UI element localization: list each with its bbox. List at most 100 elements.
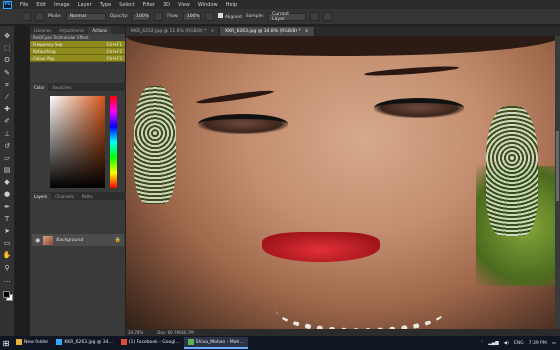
crop-tool-icon[interactable]: ⌗ [3, 81, 12, 89]
color-field[interactable] [50, 96, 105, 188]
mode-select[interactable]: Normal [65, 12, 106, 21]
browser-icon [120, 339, 127, 345]
close-icon[interactable]: × [305, 29, 309, 34]
menu-bar: Ps File Edit Image Layer Type Select Fil… [0, 0, 560, 9]
action-set-row[interactable]: Red/Cyan Technicolor Effect [30, 34, 125, 41]
doc-size: Doc: 60.7M/60.7M [157, 330, 194, 335]
marquee-tool-icon[interactable]: ⬚ [3, 44, 12, 52]
flow-field[interactable]: 100% [182, 12, 201, 21]
tab-libraries[interactable]: Libraries [30, 27, 55, 34]
tab-adjustments[interactable]: Adjustments [55, 27, 88, 34]
vertical-scrollbar[interactable] [555, 36, 560, 329]
doc-tab[interactable]: KKR_6252.jpg @ 11.6% (RGB/8) * × [126, 27, 221, 36]
document-canvas[interactable] [126, 36, 560, 329]
taskbar-item[interactable]: (1) Facebook - Googl... [117, 337, 184, 349]
zoom-level[interactable]: 34.78% [128, 330, 143, 335]
doc-tab-active[interactable]: KKR_6263.jpg @ 34.8% (RGB/8) * × [220, 27, 315, 36]
volume-icon[interactable]: ◀) [504, 341, 509, 346]
chevron-up-icon[interactable]: ˄ [481, 341, 483, 346]
opacity-label: Opacity: [109, 14, 129, 19]
photoshop-icon [56, 339, 63, 345]
photo-left-brow [195, 88, 275, 106]
app-icon [187, 339, 194, 345]
brush-preset-icon[interactable] [35, 12, 44, 21]
eraser-tool-icon[interactable]: ▱ [3, 154, 12, 162]
tool-preset-icon[interactable] [22, 12, 31, 21]
menu-file[interactable]: File [16, 2, 32, 8]
history-brush-tool-icon[interactable]: ↺ [3, 142, 12, 150]
path-select-tool-icon[interactable]: ➤ [3, 227, 12, 235]
move-tool-icon[interactable]: ✥ [3, 32, 12, 40]
aligned-checkbox[interactable]: Aligned [217, 13, 242, 20]
lasso-tool-icon[interactable]: ʘ [3, 56, 12, 64]
tab-color[interactable]: Color [30, 84, 49, 91]
pressure-opacity-icon[interactable] [154, 12, 164, 21]
hand-tool-icon[interactable]: ✋ [3, 251, 12, 259]
sample-select[interactable]: Current Layer [268, 12, 307, 22]
photo-left-earring [134, 86, 176, 204]
foreground-color-swatch[interactable] [3, 291, 10, 298]
tools-panel: ✥ ⬚ ʘ ✎ ⌗ ⁄ ✚ ✐ ⊥ ↺ ▱ ▤ ◆ ● ✒ T ➤ ▭ ✋ ⚲ … [0, 26, 15, 336]
pressure-size-icon[interactable] [323, 12, 333, 21]
taskbar-item[interactable]: New folder [12, 337, 52, 349]
scroll-thumb[interactable] [556, 131, 559, 201]
menu-window[interactable]: Window [194, 2, 222, 8]
action-shortcut: Ctrl+F3 [106, 55, 122, 61]
more-tools-icon[interactable]: … [3, 276, 12, 284]
taskbar-item-label: KKR_6263.jpg @ 34... [64, 339, 113, 345]
action-row[interactable]: Frequency Sep Ctrl+F1 [30, 41, 125, 48]
healing-tool-icon[interactable]: ✚ [3, 105, 12, 113]
flow-label: Flow: [167, 14, 179, 19]
menu-edit[interactable]: Edit [32, 2, 50, 8]
tab-channels[interactable]: Channels [51, 193, 78, 200]
close-icon[interactable]: × [210, 29, 214, 34]
eyedropper-tool-icon[interactable]: ⁄ [3, 93, 12, 101]
actions-panel-tabs: Libraries Adjustments Actions [30, 26, 125, 34]
menu-view[interactable]: View [174, 2, 194, 8]
type-tool-icon[interactable]: T [3, 215, 12, 223]
checkbox-icon [217, 13, 223, 18]
brush-tool-icon[interactable]: ✐ [3, 117, 12, 125]
shape-tool-icon[interactable]: ▭ [3, 239, 12, 247]
menu-3d[interactable]: 3D [159, 2, 174, 8]
tab-paths[interactable]: Paths [78, 193, 97, 200]
menu-filter[interactable]: Filter [139, 2, 159, 8]
opacity-field[interactable]: 100% [132, 12, 151, 21]
tab-layers[interactable]: Layers [30, 193, 52, 200]
ignore-adjustment-icon[interactable] [310, 12, 320, 21]
taskbar-item[interactable]: Shiva_Mohan - Mah... [183, 337, 248, 349]
menu-help[interactable]: Help [222, 2, 241, 8]
blur-tool-icon[interactable]: ◆ [3, 178, 12, 186]
notification-icon[interactable]: ▭ [552, 341, 556, 346]
action-row[interactable]: Retouching Ctrl+F2 [30, 48, 125, 55]
zoom-tool-icon[interactable]: ⚲ [3, 264, 12, 272]
action-shortcut: Ctrl+F1 [106, 41, 122, 47]
clock[interactable]: 7:39 PM [529, 341, 547, 346]
menu-type[interactable]: Type [96, 2, 115, 8]
menu-select[interactable]: Select [115, 2, 138, 8]
taskbar: ⊞ New folder KKR_6263.jpg @ 34... (1) Fa… [0, 336, 560, 350]
pen-tool-icon[interactable]: ✒ [3, 203, 12, 211]
clone-stamp-tool-icon[interactable]: ⊥ [3, 130, 12, 138]
mode-label: Mode: [48, 14, 62, 19]
taskbar-item[interactable]: KKR_6263.jpg @ 34... [52, 337, 117, 349]
gradient-tool-icon[interactable]: ▤ [3, 166, 12, 174]
photo-right-earring [486, 106, 538, 236]
windows-start-icon[interactable]: ⊞ [0, 336, 12, 350]
action-row[interactable]: Colour Pop Ctrl+F3 [30, 55, 125, 62]
airbrush-icon[interactable] [204, 12, 214, 21]
panels-dock: Libraries Adjustments Actions Red/Cyan T… [30, 26, 126, 336]
aligned-label: Aligned [224, 15, 242, 20]
menu-image[interactable]: Image [50, 2, 74, 8]
eye-icon[interactable]: ◉ [35, 237, 40, 244]
status-bar: 34.78% Doc: 60.7M/60.7M [126, 329, 560, 336]
tab-swatches[interactable]: Swatches [48, 84, 75, 91]
dodge-tool-icon[interactable]: ● [3, 190, 12, 198]
menu-layer[interactable]: Layer [74, 2, 96, 8]
quick-select-tool-icon[interactable]: ✎ [3, 69, 12, 77]
layer-row[interactable]: ◉ Background 🔒 [32, 234, 124, 246]
network-icon[interactable]: ▂▄▆ [488, 341, 498, 346]
language-indicator[interactable]: ENG [514, 341, 524, 346]
tab-actions[interactable]: Actions [88, 27, 111, 34]
hue-slider[interactable] [110, 96, 117, 188]
